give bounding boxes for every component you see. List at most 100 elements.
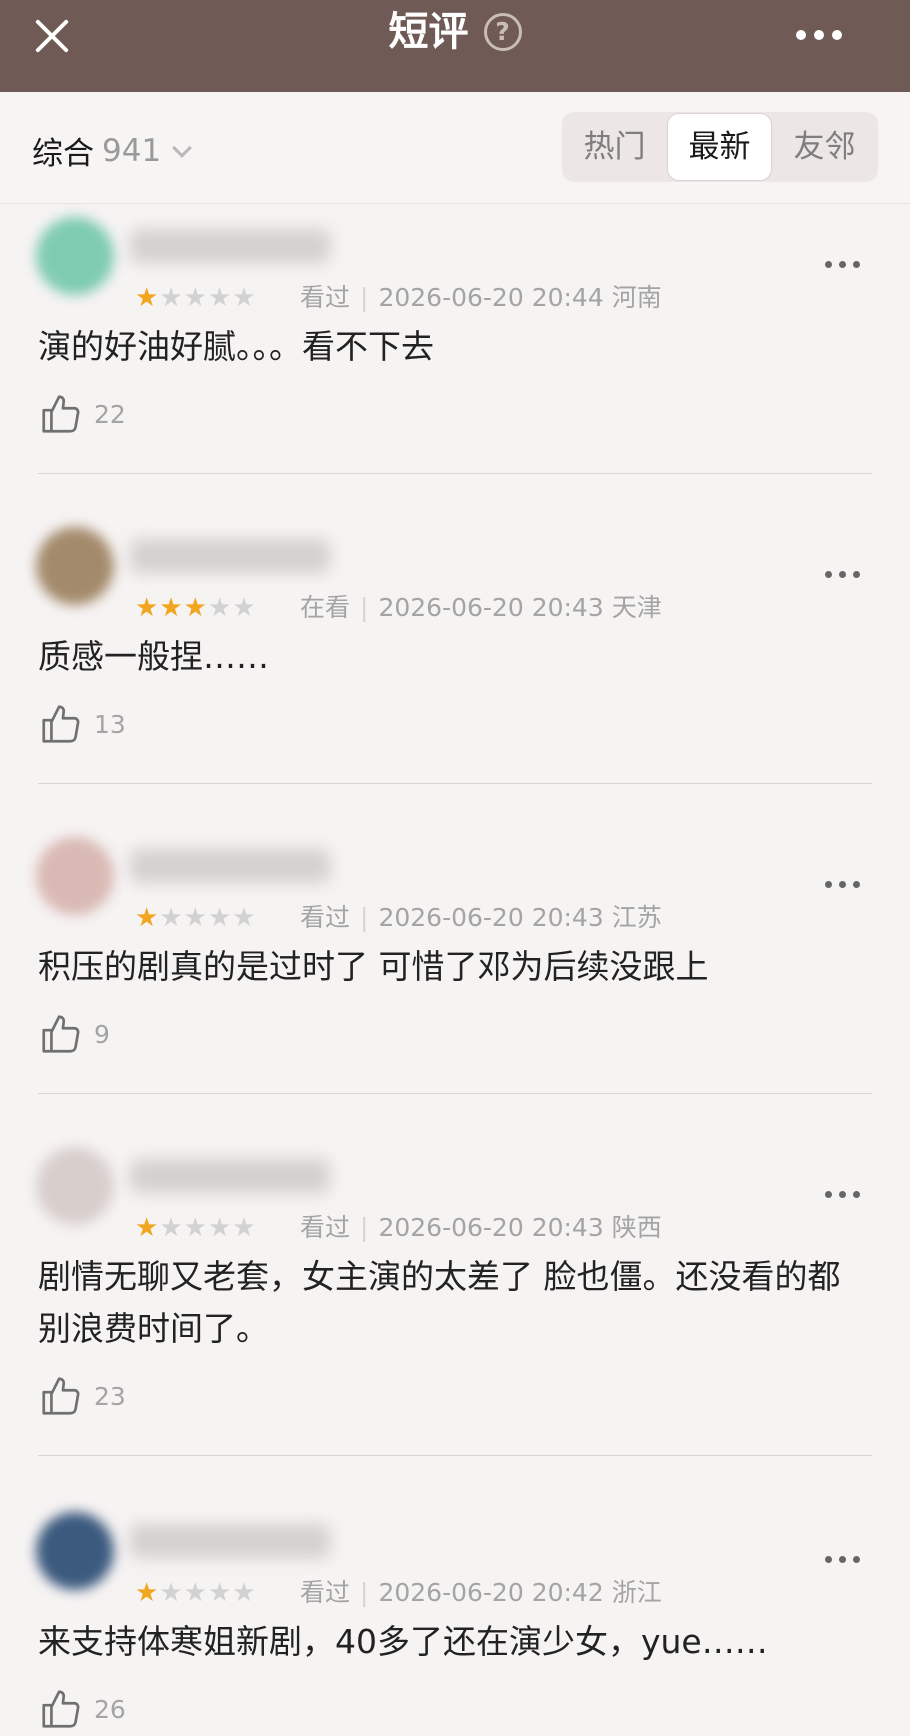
avatar[interactable] [36,837,114,915]
star-icon: ★ [232,283,257,313]
divider [38,473,872,474]
filter-bar: 综合 941 热门 最新 友邻 [0,92,910,204]
watch-status: 看过 [300,283,351,312]
username-blurred[interactable] [130,849,330,883]
like-count: 13 [94,709,126,739]
review-location: 江苏 [611,903,662,932]
like-count: 26 [94,1694,126,1724]
review-text: 演的好油好腻。。。看不下去 [38,327,434,366]
review-text: 来支持体寒姐新剧，40多了还在演少女，yue…… [38,1622,768,1661]
title-wrap: 短评 ? [0,8,910,56]
rating-stars: ★★★★★ [135,1578,257,1608]
watch-status: 在看 [300,593,351,622]
star-icon: ★ [159,1213,184,1243]
avatar[interactable] [36,527,114,605]
avatar[interactable] [36,1512,114,1590]
star-icon: ★ [159,1578,184,1608]
like-button[interactable]: 23 [38,1373,126,1419]
review-meta: 看过 | 2026-06-20 20:43 陕西 [300,1213,662,1242]
rating-stars: ★★★★★ [135,283,257,313]
help-icon[interactable]: ? [483,13,522,51]
star-icon: ★ [207,283,233,313]
sort-dropdown[interactable]: 综合 941 [32,128,193,173]
top-bar: 短评 ? [0,0,910,92]
page-title: 短评 [388,9,469,55]
star-icon: ★ [159,283,184,313]
review-meta: 看过 | 2026-06-20 20:43 江苏 [300,903,662,932]
star-icon: ★ [232,1578,257,1608]
watch-status: 看过 [300,1578,351,1607]
star-icon: ★ [135,903,160,933]
review-meta: 看过 | 2026-06-20 20:42 浙江 [300,1578,662,1607]
star-icon: ★ [232,1213,257,1243]
divider [38,783,872,784]
star-icon: ★ [159,593,184,623]
review-meta: 在看 | 2026-06-20 20:43 天津 [300,593,662,622]
star-icon: ★ [135,1578,160,1608]
like-button[interactable]: 26 [38,1686,126,1732]
thumbs-up-icon [42,705,80,743]
more-actions-icon[interactable] [825,1191,860,1198]
review-text: 积压的剧真的是过时了 可惜了邓为后续没跟上 [38,947,709,986]
divider [38,1455,872,1456]
tab-group: 热门 最新 友邻 [562,112,878,182]
username-blurred[interactable] [130,1524,330,1558]
like-button[interactable]: 13 [38,701,126,747]
like-count: 22 [94,399,126,429]
star-icon: ★ [183,283,208,313]
review-count: 941 [102,132,162,169]
more-actions-icon[interactable] [825,261,860,268]
avatar[interactable] [36,1147,114,1225]
more-options-icon[interactable] [796,20,856,50]
username-blurred[interactable] [130,539,330,573]
more-actions-icon[interactable] [825,1556,860,1563]
review-meta: 看过 | 2026-06-20 20:44 河南 [300,283,662,312]
thumbs-up-icon [42,395,80,433]
review-location: 浙江 [611,1578,662,1607]
star-icon: ★ [207,903,233,933]
like-count: 23 [94,1381,126,1411]
divider [38,1093,872,1094]
like-button[interactable]: 9 [38,1011,110,1057]
avatar[interactable] [36,217,114,295]
review-datetime: 2026-06-20 20:43 [378,903,604,932]
star-icon: ★ [183,903,208,933]
sort-label: 综合 [32,136,94,172]
review-location: 天津 [611,593,662,622]
tab-friends[interactable]: 友邻 [772,112,877,182]
star-icon: ★ [207,1578,233,1608]
more-actions-icon[interactable] [825,881,860,888]
star-icon: ★ [183,1213,208,1243]
star-icon: ★ [135,283,160,313]
like-button[interactable]: 22 [38,391,126,437]
star-icon: ★ [232,593,257,623]
thumbs-up-icon [42,1015,80,1053]
username-blurred[interactable] [130,229,330,263]
watch-status: 看过 [300,903,351,932]
star-icon: ★ [135,593,160,623]
review-text: 剧情无聊又老套，女主演的太差了 脸也僵。还没看的都别浪费时间了。 [38,1257,841,1348]
chevron-down-icon [172,137,193,158]
star-icon: ★ [183,1578,208,1608]
username-blurred[interactable] [130,1159,330,1193]
review-text: 质感一般捏…… [38,637,269,676]
rating-stars: ★★★★★ [135,593,257,623]
review-datetime: 2026-06-20 20:42 [378,1578,604,1607]
star-icon: ★ [159,903,184,933]
rating-stars: ★★★★★ [135,1213,257,1243]
thumbs-up-icon [42,1377,80,1415]
star-icon: ★ [207,1213,233,1243]
like-count: 9 [94,1019,110,1049]
more-actions-icon[interactable] [825,571,860,578]
star-icon: ★ [232,903,257,933]
tab-latest[interactable]: 最新 [667,113,772,181]
watch-status: 看过 [300,1213,351,1242]
review-datetime: 2026-06-20 20:43 [378,1213,604,1242]
review-datetime: 2026-06-20 20:44 [378,283,604,312]
review-datetime: 2026-06-20 20:43 [378,593,604,622]
star-icon: ★ [207,593,233,623]
star-icon: ★ [183,593,208,623]
tab-hot[interactable]: 热门 [562,112,667,182]
rating-stars: ★★★★★ [135,903,257,933]
star-icon: ★ [135,1213,160,1243]
